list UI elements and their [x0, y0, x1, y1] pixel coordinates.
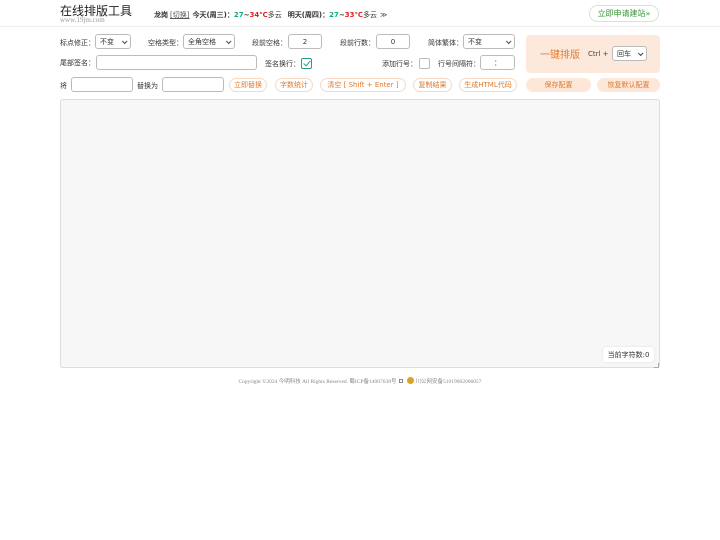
punct-select-value: 不变	[100, 37, 114, 46]
weather-today-condition: 多云	[267, 11, 282, 19]
line-sep-label: 行号间隔符：	[438, 60, 480, 68]
resize-handle-icon[interactable]	[654, 363, 659, 368]
shortcut-key-select[interactable]: 回车	[612, 46, 647, 61]
space-type-label: 空格类型：	[148, 39, 183, 47]
para-space-label: 段前空格：	[252, 39, 287, 47]
text-editor[interactable]	[60, 99, 660, 368]
sig-wrap-checkbox[interactable]	[301, 58, 312, 69]
word-count-button[interactable]: 字数统计	[275, 78, 313, 92]
weather-today-low: 27	[233, 11, 244, 19]
add-line-no-checkbox[interactable]	[419, 58, 430, 69]
weather-switch-link[interactable]: [切换]	[170, 10, 189, 20]
sig-wrap-label: 签名换行：	[265, 60, 300, 68]
chevron-down-icon	[225, 37, 232, 44]
weather-tomorrow-high: 33℃	[344, 11, 363, 19]
external-link-icon[interactable]	[398, 379, 403, 383]
weather-today-label: 今天(周三)：	[192, 11, 234, 19]
punct-select[interactable]: 不变	[95, 34, 131, 49]
replace-input[interactable]	[162, 77, 224, 92]
weather-tomorrow-label: 明天(周四)：	[287, 11, 330, 19]
header-divider	[0, 26, 720, 27]
one-click-format-button[interactable]: 一键排版	[540, 46, 580, 61]
site-domain: www.19jm.com	[60, 16, 105, 24]
chevron-down-icon	[121, 37, 128, 44]
add-line-no-label: 添加行号：	[382, 60, 417, 68]
replace-label: 替换为	[137, 82, 158, 90]
replace-now-button[interactable]: 立即替换	[229, 78, 267, 92]
weather-tomorrow-condition: 多云	[362, 11, 377, 19]
char-count: 当前字符数:0	[603, 347, 654, 362]
shortcut-prefix: Ctrl +	[588, 50, 609, 58]
weather-today-high: 34℃	[249, 11, 268, 19]
signature-label: 尾部签名：	[60, 59, 95, 67]
weather-tomorrow-low: 27	[329, 11, 339, 19]
shortcut-key-value: 回车	[617, 49, 631, 58]
find-input[interactable]	[71, 77, 133, 92]
line-sep-input[interactable]: ：	[480, 55, 515, 70]
footer: Copyright ©2024 今明科技 All Rights Reserved…	[0, 377, 720, 385]
space-type-select[interactable]: 全角空格	[183, 34, 235, 49]
weather-more-icon[interactable]: ≫	[380, 11, 387, 19]
para-space-input[interactable]: 2	[288, 34, 322, 49]
save-config-button[interactable]: 保存配置	[526, 78, 591, 92]
generate-html-button[interactable]: 生成HTML代码	[459, 78, 517, 92]
apply-site-button[interactable]: 立即申请建站»	[589, 5, 659, 22]
chevron-down-icon	[637, 49, 644, 56]
simp-trad-select-value: 不变	[468, 37, 482, 46]
find-label: 将	[60, 82, 67, 90]
space-type-select-value: 全角空格	[188, 37, 216, 46]
punct-label: 标点修正：	[60, 39, 95, 47]
chevron-down-icon	[505, 37, 512, 44]
restore-default-button[interactable]: 恢复默认配置	[597, 78, 660, 92]
copy-result-button[interactable]: 复制结果	[413, 78, 452, 92]
footer-copyright: Copyright ©2024 今明科技 All Rights Reserved…	[238, 379, 397, 385]
simp-trad-label: 简体繁体：	[428, 39, 463, 47]
clear-button[interactable]: 清空 [ Shift + Enter ]	[320, 78, 406, 92]
simp-trad-select[interactable]: 不变	[463, 34, 515, 49]
weather-city: 龙岗	[154, 11, 168, 19]
weather-bar: 龙岗 [切换] 今天(周三)： 27 ~ 34℃ 多云 明天(周四)： 27 ~…	[154, 10, 387, 20]
police-badge-icon	[406, 377, 414, 385]
signature-input[interactable]	[96, 55, 257, 70]
footer-police[interactable]: 川公网安备51019002006057	[416, 379, 482, 385]
para-lines-label: 段前行数：	[340, 39, 375, 47]
para-lines-input[interactable]: 0	[376, 34, 410, 49]
